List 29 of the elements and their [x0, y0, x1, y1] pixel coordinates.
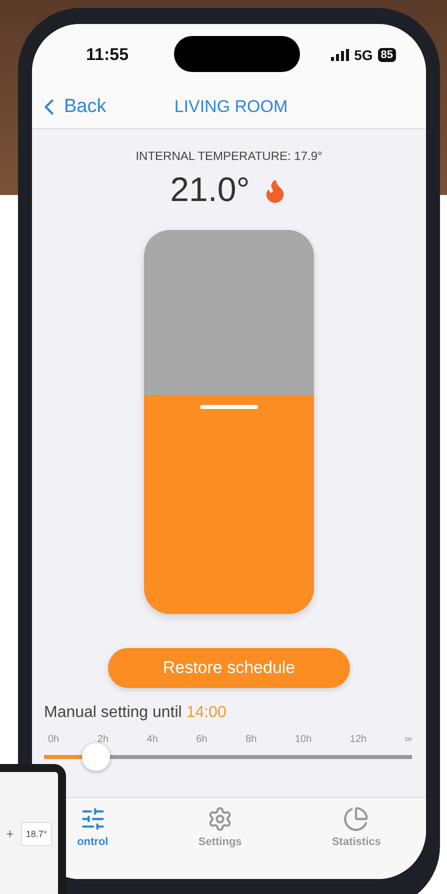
manual-setting-text: Manual setting until 14:00: [43, 703, 228, 722]
tab[interactable]: Settings: [192, 806, 248, 852]
setpoint-value: 21.0°: [170, 171, 250, 210]
network-label: 5G: [354, 47, 373, 63]
temperature-slider[interactable]: [144, 230, 314, 614]
back-button[interactable]: Back: [36, 94, 106, 120]
tab[interactable]: ontrol: [71, 806, 114, 852]
tab[interactable]: Statistics: [326, 806, 387, 852]
internal-temperature: INTERNAL TEMPERATURE: 17.9°: [136, 149, 322, 163]
status-time: 11:55: [86, 45, 129, 65]
tick-label: 4h: [146, 734, 158, 745]
tick-label: 12h: [350, 734, 367, 745]
restore-schedule-button[interactable]: Restore schedule: [108, 648, 350, 688]
tick-label: 8h: [246, 734, 257, 745]
slider-handle[interactable]: [200, 405, 258, 410]
tablet-reading: 18.7°: [20, 822, 52, 846]
plus-icon: [4, 829, 15, 839]
duration-thumb[interactable]: [82, 743, 110, 771]
nav-title: LIVING ROOM: [174, 97, 288, 117]
tick-label: 0h: [48, 734, 60, 745]
signal-icon: [331, 49, 350, 61]
tick-label: 10h: [294, 734, 312, 745]
tick-label: ∞: [404, 734, 412, 745]
settings-icon: [207, 806, 234, 832]
pie-chart-icon: [343, 806, 370, 832]
tick-label: 2h: [97, 734, 109, 745]
sliders-icon: [80, 806, 106, 832]
tick-label: 6h: [196, 734, 208, 745]
battery-level: 85: [378, 48, 396, 62]
